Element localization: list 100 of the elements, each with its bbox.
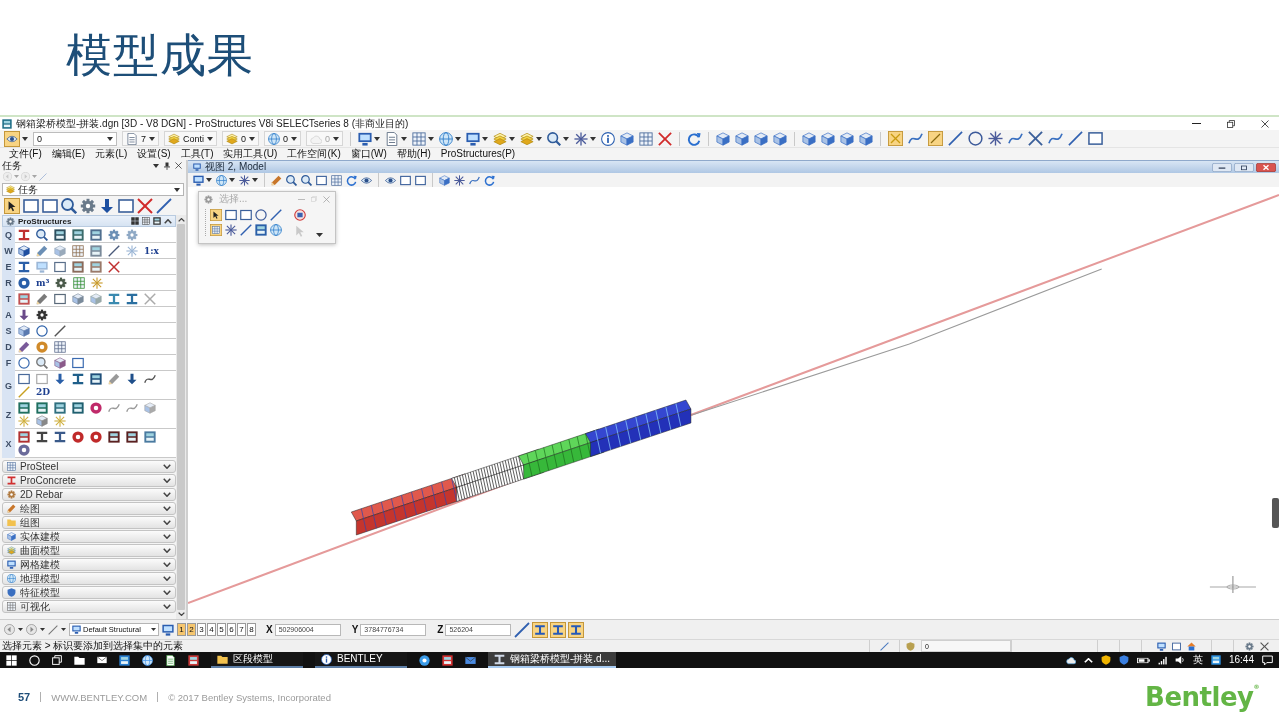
view-button[interactable]: 5 (217, 623, 226, 636)
cube-icon[interactable] (18, 324, 30, 337)
cube-icon[interactable] (54, 356, 66, 369)
monitor-icon[interactable] (162, 623, 174, 636)
square-icon[interactable] (1088, 131, 1104, 146)
menu-item[interactable]: 工具(T) (175, 148, 219, 160)
close-icon[interactable] (175, 162, 182, 169)
clock-time[interactable]: 16:44 (1228, 654, 1254, 666)
magnifier-icon[interactable] (61, 198, 77, 214)
chevron-icon[interactable] (163, 576, 171, 581)
cube-icon[interactable] (716, 131, 731, 146)
tile-icon[interactable] (54, 401, 66, 414)
cube-icon[interactable] (735, 131, 750, 146)
scroll-down-icon[interactable] (177, 612, 185, 616)
battery-icon[interactable] (1136, 655, 1150, 665)
chat-icon[interactable] (1262, 654, 1273, 666)
menu-item[interactable]: 窗口(W) (345, 148, 392, 160)
star-icon[interactable] (454, 174, 465, 186)
pencil-icon[interactable] (36, 292, 48, 305)
line-icon[interactable] (1068, 131, 1084, 146)
cloud-icon[interactable] (1065, 655, 1076, 665)
caret-icon[interactable] (61, 628, 66, 631)
caret-icon[interactable] (428, 136, 435, 141)
cross-icon[interactable] (658, 131, 673, 146)
refresh-icon[interactable] (484, 174, 495, 186)
tile-icon[interactable] (72, 228, 84, 241)
magnifier-icon[interactable] (547, 131, 562, 146)
eye-icon[interactable] (385, 174, 396, 186)
group-header[interactable]: ProConcrete (2, 474, 176, 487)
beam-icon[interactable] (18, 260, 30, 273)
line-icon[interactable] (108, 244, 120, 257)
monitor-icon[interactable] (466, 131, 481, 146)
magnifier-icon[interactable] (36, 356, 48, 369)
chevron-icon[interactable] (163, 590, 171, 595)
circled-square-icon[interactable] (294, 209, 306, 221)
group-header[interactable]: 组图 (2, 516, 176, 529)
tile-icon[interactable] (72, 401, 84, 414)
beam-icon[interactable] (72, 372, 84, 385)
menu-item[interactable]: 文件(F) (4, 148, 47, 160)
group-header[interactable]: 网格建模 (2, 558, 176, 571)
grid-icon[interactable] (73, 276, 86, 289)
chevron-icon[interactable] (163, 464, 171, 469)
caret-icon[interactable] (509, 136, 516, 141)
line-icon[interactable] (948, 131, 964, 146)
beam-icon[interactable] (568, 621, 585, 638)
menu-item[interactable]: 工作空间(K) (282, 148, 346, 160)
line-icon[interactable] (270, 209, 282, 221)
tile-icon[interactable] (54, 228, 66, 241)
square-icon[interactable] (225, 209, 237, 221)
tool-label[interactable]: 2D (36, 385, 51, 398)
overlapping-squares-icon[interactable] (52, 655, 62, 665)
tile-icon[interactable] (18, 401, 30, 414)
curve-icon[interactable] (1048, 131, 1064, 146)
star-icon[interactable] (574, 131, 589, 146)
tile-icon[interactable] (90, 244, 102, 257)
star-icon[interactable] (91, 276, 104, 289)
taskbar-button[interactable]: 钢箱梁桥模型-拼装.d... (488, 652, 616, 668)
folder-icon[interactable] (74, 654, 85, 666)
arrow-icon[interactable] (99, 198, 115, 214)
line-icon[interactable] (514, 621, 531, 638)
grid-icon[interactable] (331, 174, 342, 186)
group-header[interactable]: 绘图 (2, 502, 176, 515)
chevron-icon[interactable] (163, 562, 171, 567)
tile-icon[interactable] (108, 430, 120, 443)
arrow-icon[interactable] (18, 308, 30, 321)
tile-icon[interactable] (90, 228, 102, 241)
cube-icon[interactable] (18, 244, 30, 257)
tile-icon[interactable] (255, 224, 267, 236)
monitor-icon[interactable] (358, 131, 373, 146)
view-button[interactable]: 7 (237, 623, 246, 636)
curve-icon[interactable] (908, 131, 924, 146)
ring-icon[interactable] (419, 654, 430, 666)
tile-icon[interactable] (153, 217, 161, 225)
cross-icon[interactable] (137, 198, 153, 214)
square-icon[interactable] (118, 198, 134, 214)
tile-icon[interactable] (36, 401, 48, 414)
caret-icon[interactable] (229, 178, 235, 182)
grid-icon[interactable] (72, 244, 84, 257)
cube-icon[interactable] (754, 131, 769, 146)
cursor-icon[interactable] (4, 198, 20, 214)
minimize-icon[interactable] (1212, 162, 1232, 172)
line-icon[interactable] (928, 131, 944, 146)
eye-icon[interactable] (4, 130, 20, 147)
pencil-icon[interactable] (271, 174, 282, 186)
tile-icon[interactable] (90, 372, 102, 385)
refresh-icon[interactable] (346, 174, 357, 186)
grid-icon[interactable] (54, 340, 66, 353)
star-icon[interactable] (126, 244, 138, 257)
magnifier-icon[interactable] (286, 174, 297, 186)
curve-icon[interactable] (1008, 131, 1024, 146)
square-icon[interactable] (42, 198, 58, 214)
caret-icon[interactable] (22, 136, 28, 141)
tile-icon[interactable] (90, 260, 102, 273)
magnifier-icon[interactable] (301, 174, 312, 186)
document-icon[interactable] (165, 654, 176, 666)
caret-icon[interactable] (482, 136, 489, 141)
star-icon[interactable] (225, 224, 237, 236)
view-button[interactable]: 1 (177, 623, 186, 636)
menu-item[interactable]: 编辑(E) (46, 148, 91, 160)
chevron-icon[interactable] (163, 520, 171, 525)
